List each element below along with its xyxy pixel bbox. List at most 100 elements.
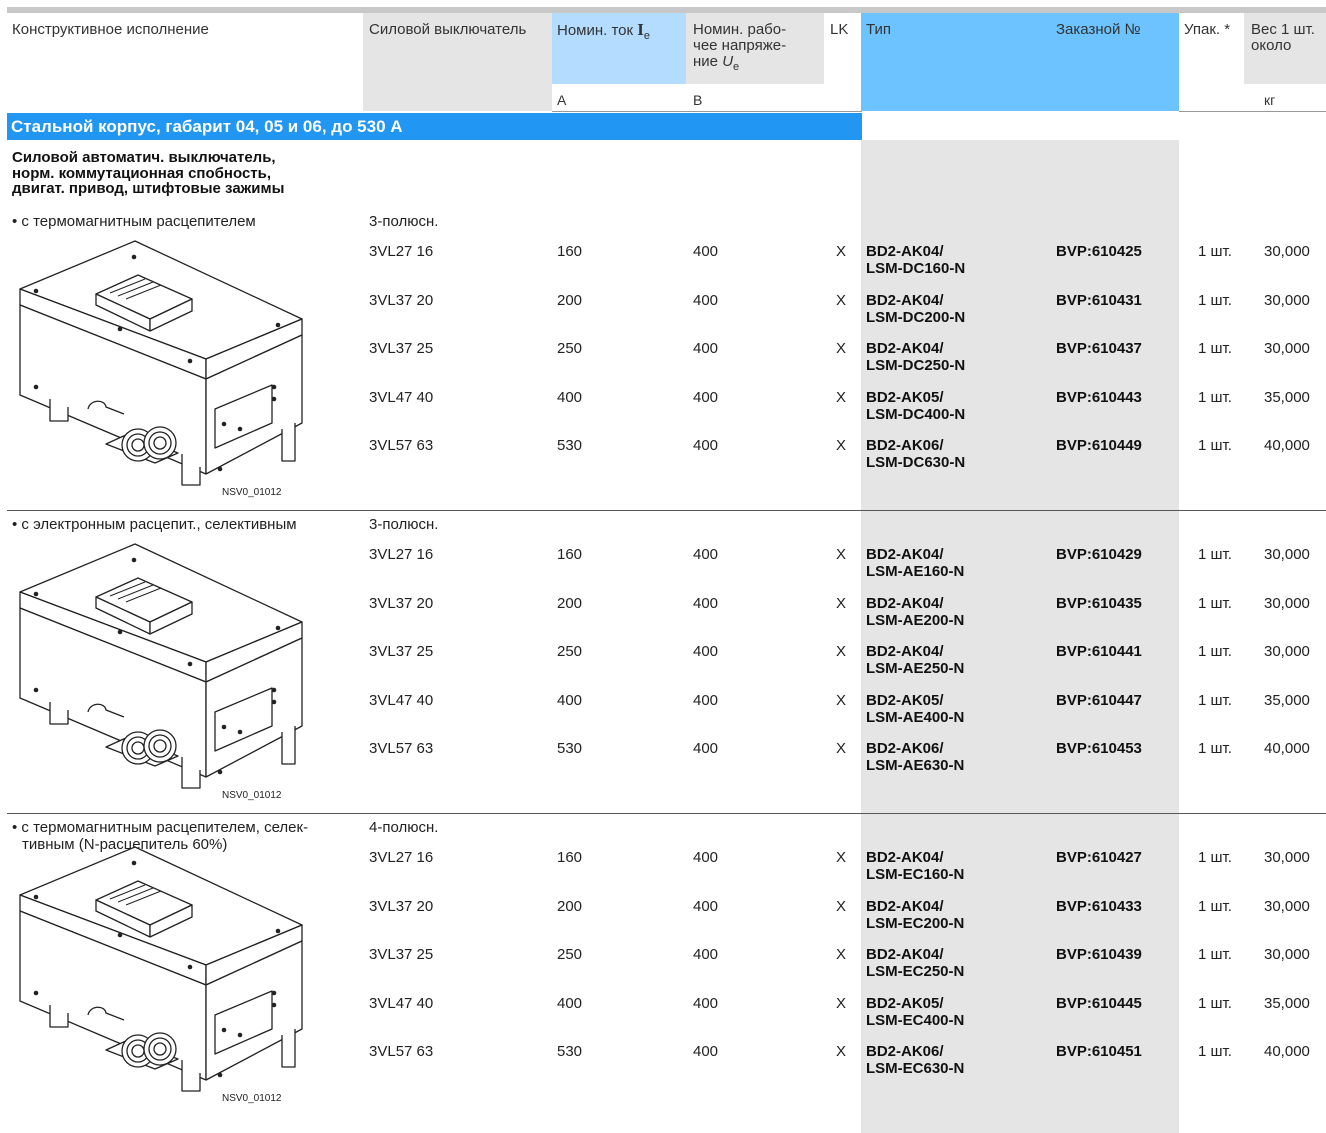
- pack-cell: 1 шт.: [1198, 946, 1232, 963]
- order-number-cell: BVP:610445: [1056, 994, 1142, 1012]
- type-cell: BD2-AK06/LSM-AE630-N: [866, 740, 965, 774]
- group-bullet: • с термомагнитным расцепителем: [12, 213, 256, 230]
- order-number-cell: BVP:610453: [1056, 740, 1142, 757]
- voltage-cell: 400: [693, 849, 719, 866]
- weight-cell: 30,000: [1264, 594, 1310, 612]
- voltage-cell: 400: [693, 740, 719, 757]
- breaker-cell: 3VL27 16: [369, 546, 434, 563]
- type-cell: BD2-AK04/LSM-DC160-N: [866, 243, 966, 277]
- order-number-cell: BVP:610435: [1056, 594, 1142, 612]
- type-cell: BD2-AK06/LSM-EC630-N: [866, 1043, 965, 1077]
- order-number-cell: BVP:610425: [1056, 243, 1142, 260]
- pack-cell: 1 шт.: [1198, 691, 1232, 709]
- weight-cell: 40,000: [1264, 1043, 1310, 1060]
- lk-cell: X: [836, 897, 847, 915]
- current-cell: 200: [557, 291, 583, 309]
- header-type: Тип: [866, 21, 892, 38]
- weight-cell: 40,000: [1264, 437, 1310, 454]
- poles-label: 3-полюсн.: [369, 516, 439, 533]
- weight-cell: 30,000: [1264, 340, 1310, 357]
- pack-cell: 1 шт.: [1198, 388, 1232, 406]
- type-cell: BD2-AK04/LSM-DC200-N: [866, 291, 966, 326]
- table-row: 3VL27 16 160 400 X BVP:610425 1 шт. 30,000 BD2-…: [0, 243, 1326, 287]
- unit-weight: кг: [1264, 92, 1276, 108]
- lk-cell: X: [836, 243, 847, 260]
- pack-cell: 1 шт.: [1198, 291, 1232, 309]
- units-rule-right: [1179, 111, 1326, 112]
- pack-cell: 1 шт.: [1198, 849, 1232, 866]
- type-cell: BD2-AK05/LSM-AE400-N: [866, 691, 965, 726]
- lk-cell: X: [836, 340, 847, 357]
- order-number-cell: BVP:610451: [1056, 1043, 1142, 1060]
- current-cell: 400: [557, 994, 583, 1012]
- voltage-cell: 400: [693, 340, 719, 357]
- lk-cell: X: [836, 546, 847, 563]
- weight-cell: 30,000: [1264, 897, 1310, 915]
- order-number-cell: BVP:610433: [1056, 897, 1142, 915]
- current-cell: 160: [557, 849, 583, 866]
- current-cell: 250: [557, 340, 583, 357]
- weight-cell: 30,000: [1264, 643, 1310, 660]
- weight-cell: 30,000: [1264, 849, 1310, 866]
- breaker-cell: 3VL27 16: [369, 243, 434, 260]
- voltage-cell: 400: [693, 546, 719, 563]
- type-cell: BD2-AK04/LSM-AE200-N: [866, 594, 965, 629]
- lk-cell: X: [836, 388, 847, 406]
- breaker-cell: 3VL47 40: [369, 388, 434, 406]
- lk-cell: X: [836, 643, 847, 660]
- voltage-cell: 400: [693, 243, 719, 260]
- weight-cell: 30,000: [1264, 546, 1310, 563]
- voltage-cell: 400: [693, 594, 719, 612]
- header-pack: Упак. *: [1184, 21, 1231, 38]
- table-row: 3VL27 16 160 400 X BVP:610429 1 шт. 30,000 BD2-…: [0, 546, 1326, 590]
- weight-cell: 30,000: [1264, 291, 1310, 309]
- breaker-cell: 3VL57 63: [369, 740, 434, 757]
- drawing-code: NSV0_01012: [222, 790, 282, 801]
- unit-voltage: В: [693, 92, 703, 108]
- table-row: 3VL47 40 400 400 X BVP:610443 1 шт. 35,000 BD2-…: [0, 389, 1326, 433]
- current-cell: 160: [557, 243, 583, 260]
- order-number-cell: BVP:610443: [1056, 388, 1142, 406]
- breaker-cell: 3VL37 25: [369, 340, 434, 357]
- breaker-cell: 3VL47 40: [369, 691, 434, 709]
- lk-cell: X: [836, 740, 847, 757]
- order-number-cell: BVP:610427: [1056, 849, 1142, 866]
- breaker-cell: 3VL57 63: [369, 437, 434, 454]
- table-row: 3VL37 20 200 400 X BVP:610431 1 шт. 30,000 BD2-…: [0, 292, 1326, 336]
- table-row: 3VL27 16 160 400 X BVP:610427 1 шт. 30,000 BD2-…: [0, 849, 1326, 893]
- type-cell: BD2-AK04/LSM-EC160-N: [866, 849, 965, 883]
- voltage-cell: 400: [693, 1043, 719, 1060]
- poles-label: 4-полюсн.: [369, 819, 439, 836]
- lk-cell: X: [836, 849, 847, 866]
- pack-cell: 1 шт.: [1198, 243, 1232, 260]
- voltage-cell: 400: [693, 691, 719, 709]
- lk-cell: X: [836, 1043, 847, 1060]
- table-row: 3VL47 40 400 400 X BVP:610447 1 шт. 35,000 BD2-…: [0, 692, 1326, 736]
- pack-cell: 1 шт.: [1198, 740, 1232, 757]
- lk-cell: X: [836, 994, 847, 1012]
- header-weight: Вес 1 шт. около: [1251, 21, 1315, 54]
- units-rule: [552, 111, 862, 112]
- current-cell: 200: [557, 594, 583, 612]
- weight-cell: 30,000: [1264, 946, 1310, 963]
- type-cell: BD2-AK05/LSM-DC400-N: [866, 388, 966, 423]
- header-current: Номин. ток Ie: [557, 20, 651, 42]
- current-cell: 530: [557, 740, 583, 757]
- type-cell: BD2-AK04/LSM-EC250-N: [866, 946, 965, 980]
- type-cell: BD2-AK04/LSM-DC250-N: [866, 340, 966, 374]
- header-voltage: Номин. рабо- чее напряже- ние Ue: [693, 21, 787, 74]
- weight-cell: 30,000: [1264, 243, 1310, 260]
- drawing-code: NSV0_01012: [222, 1093, 282, 1104]
- current-cell: 400: [557, 388, 583, 406]
- current-cell: 200: [557, 897, 583, 915]
- table-row: 3VL37 20 200 400 X BVP:610435 1 шт. 30,000 BD2-…: [0, 595, 1326, 639]
- table-row: 3VL37 25 250 400 X BVP:610439 1 шт. 30,000 BD2-…: [0, 946, 1326, 990]
- pack-cell: 1 шт.: [1198, 546, 1232, 563]
- pack-cell: 1 шт.: [1198, 643, 1232, 660]
- current-cell: 530: [557, 437, 583, 454]
- breaker-cell: 3VL27 16: [369, 849, 434, 866]
- weight-cell: 40,000: [1264, 740, 1310, 757]
- type-cell: BD2-AK06/LSM-DC630-N: [866, 437, 966, 471]
- order-number-cell: BVP:610437: [1056, 340, 1142, 357]
- breaker-cell: 3VL37 20: [369, 291, 434, 309]
